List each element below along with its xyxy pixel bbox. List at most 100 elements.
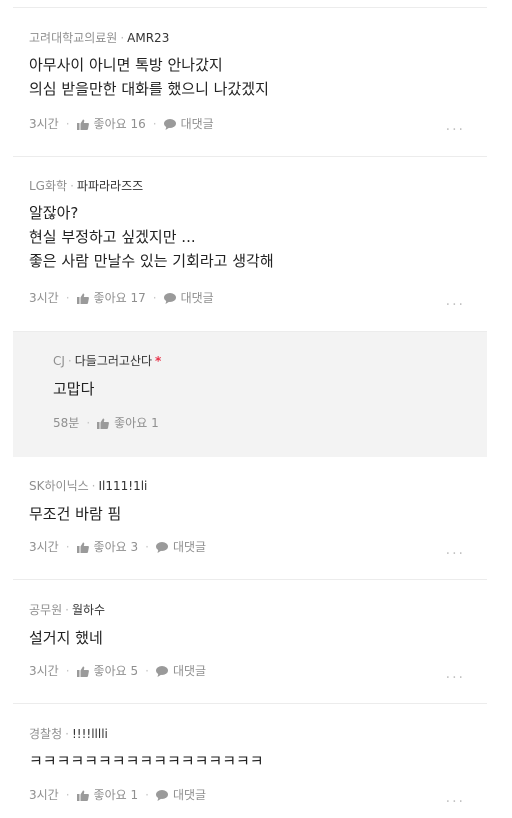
comment-line: 의심 받을만한 대화를 했으니 나갔겠지 — [29, 80, 269, 98]
meta-separator: · — [65, 727, 69, 741]
thumbs-up-icon — [76, 293, 89, 304]
comment-item: 경찰청 · !!!!lllli ㅋㅋㅋㅋㅋㅋㅋㅋㅋㅋㅋㅋㅋㅋㅋㅋㅋ 3시간 · 좋아… — [13, 704, 487, 818]
author-nickname[interactable]: 파파라라즈즈 — [77, 179, 143, 193]
action-separator: · — [145, 664, 149, 678]
comment-line: 아무사이 아니면 톡방 안나갔지 — [29, 56, 223, 74]
like-button[interactable]: 좋아요 17 — [76, 291, 146, 305]
comment-line: ㅋㅋㅋㅋㅋㅋㅋㅋㅋㅋㅋㅋㅋㅋㅋㅋㅋ — [29, 752, 264, 770]
comment-actions: 3시간 · 좋아요 5 · 대댓글 — [29, 664, 206, 678]
like-count-label: 좋아요 1 — [114, 416, 159, 430]
comment-actions: 3시간 · 좋아요 3 · 대댓글 — [29, 540, 206, 554]
author-nickname[interactable]: 월하수 — [72, 603, 105, 617]
reply-button[interactable]: 대댓글 — [155, 788, 207, 802]
action-separator: · — [65, 291, 70, 305]
like-button[interactable]: 좋아요 3 — [76, 540, 139, 554]
more-dots-icon[interactable]: ... — [446, 118, 465, 134]
comment-time: 3시간 — [29, 664, 59, 678]
speech-bubble-icon — [163, 118, 176, 130]
reply-label: 대댓글 — [180, 291, 214, 305]
comment-body: 아무사이 아니면 톡방 안나갔지 의심 받을만한 대화를 했으니 나갔겠지 — [29, 53, 477, 101]
comment-time: 3시간 — [29, 291, 59, 305]
company-name: LG화학 — [29, 179, 68, 193]
reply-item: CJ · 다들그러고산다 * 고맙다 58분 · 좋아요 1 — [13, 332, 487, 457]
author-nickname[interactable]: AMR23 — [127, 31, 169, 45]
speech-bubble-icon — [155, 789, 168, 801]
meta-separator: · — [120, 31, 125, 45]
comment-meta: 경찰청 · !!!!lllli — [29, 727, 108, 741]
company-name: CJ — [53, 354, 65, 368]
comment-actions: 58분 · 좋아요 1 — [53, 416, 159, 430]
comment-line: 고맙다 — [53, 380, 95, 398]
reply-button[interactable]: 대댓글 — [155, 540, 207, 554]
thumbs-up-icon — [76, 119, 89, 130]
comment-line: 무조건 바람 핌 — [29, 505, 122, 523]
like-count-label: 좋아요 5 — [93, 664, 139, 678]
author-nickname[interactable]: Il111!1li — [98, 479, 147, 493]
author-nickname[interactable]: !!!!lllli — [72, 727, 108, 741]
thumbs-up-icon — [76, 666, 89, 677]
meta-separator: · — [91, 479, 96, 493]
comment-item: 공무원 · 월하수 설거지 했네 3시간 · 좋아요 5 · 대댓글 ... — [13, 580, 487, 704]
reply-label: 대댓글 — [172, 540, 207, 554]
author-nickname[interactable]: 다들그러고산다 — [75, 354, 152, 368]
like-count-label: 좋아요 3 — [93, 540, 139, 554]
reply-button[interactable]: 대댓글 — [155, 664, 207, 678]
comment-body: 고맙다 — [53, 377, 477, 401]
reply-button[interactable]: 대댓글 — [163, 117, 214, 131]
action-separator: · — [152, 291, 157, 305]
comment-actions: 3시간 · 좋아요 1 · 대댓글 — [29, 788, 206, 802]
more-dots-icon[interactable]: ... — [446, 293, 465, 309]
thumbs-up-icon — [76, 790, 89, 801]
meta-separator: · — [65, 603, 69, 617]
comment-item: SK하이닉스 · Il111!1li 무조건 바람 핌 3시간 · 좋아요 3 · … — [13, 457, 487, 580]
action-separator: · — [145, 788, 149, 802]
company-name: SK하이닉스 — [29, 479, 89, 493]
comment-item: LG화학 · 파파라라즈즈 알잖아? 현실 부정하고 싶겠지만 ... 좋은 사람 … — [13, 157, 487, 332]
company-name: 경찰청 — [29, 727, 63, 741]
reply-label: 대댓글 — [180, 117, 214, 131]
reply-label: 대댓글 — [172, 788, 207, 802]
action-separator: · — [65, 788, 70, 802]
comment-actions: 3시간 · 좋아요 16 · 대댓글 — [29, 117, 214, 131]
thumbs-up-icon — [76, 542, 89, 553]
company-name: 공무원 — [29, 603, 63, 617]
comment-meta: SK하이닉스 · Il111!1li — [29, 479, 147, 493]
action-separator: · — [65, 117, 70, 131]
action-separator: · — [152, 117, 157, 131]
like-button[interactable]: 좋아요 1 — [97, 416, 159, 430]
like-count-label: 좋아요 1 — [93, 788, 139, 802]
more-dots-icon[interactable]: ... — [446, 542, 465, 558]
comment-time: 3시간 — [29, 117, 59, 131]
more-dots-icon[interactable]: ... — [446, 666, 465, 682]
thumbs-up-icon — [97, 418, 110, 429]
meta-separator: · — [70, 179, 74, 193]
comment-time: 3시간 — [29, 540, 59, 554]
comment-time: 3시간 — [29, 788, 59, 802]
reply-button[interactable]: 대댓글 — [163, 291, 214, 305]
speech-bubble-icon — [155, 665, 168, 677]
company-name: 고려대학교의료원 — [29, 31, 118, 45]
like-button[interactable]: 좋아요 5 — [76, 664, 139, 678]
comment-body: 무조건 바람 핌 — [29, 502, 477, 526]
comment-line: 현실 부정하고 싶겠지만 ... — [29, 228, 196, 246]
comment-actions: 3시간 · 좋아요 17 · 대댓글 — [29, 291, 214, 305]
comment-meta: LG화학 · 파파라라즈즈 — [29, 179, 143, 193]
comment-line: 좋은 사람 만날수 있는 기회라고 생각해 — [29, 252, 274, 270]
comment-meta: 공무원 · 월하수 — [29, 603, 105, 617]
comment-meta: CJ · 다들그러고산다 * — [53, 354, 161, 368]
comment-line: 알잖아? — [29, 204, 79, 222]
meta-separator: · — [67, 354, 72, 368]
comment-time: 58분 — [53, 416, 80, 430]
more-dots-icon[interactable]: ... — [446, 790, 465, 806]
comment-item: 고려대학교의료원 · AMR23 아무사이 아니면 톡방 안나갔지 의심 받을만한 … — [13, 8, 487, 157]
comment-meta: 고려대학교의료원 · AMR23 — [29, 31, 169, 45]
like-count-label: 좋아요 16 — [93, 117, 146, 131]
speech-bubble-icon — [163, 292, 176, 304]
comment-body: 알잖아? 현실 부정하고 싶겠지만 ... 좋은 사람 만날수 있는 기회라고 … — [29, 201, 477, 273]
like-button[interactable]: 좋아요 16 — [76, 117, 146, 131]
author-badge: * — [155, 354, 162, 368]
reply-label: 대댓글 — [172, 664, 207, 678]
like-button[interactable]: 좋아요 1 — [76, 788, 139, 802]
action-separator: · — [145, 540, 149, 554]
action-separator: · — [65, 540, 70, 554]
